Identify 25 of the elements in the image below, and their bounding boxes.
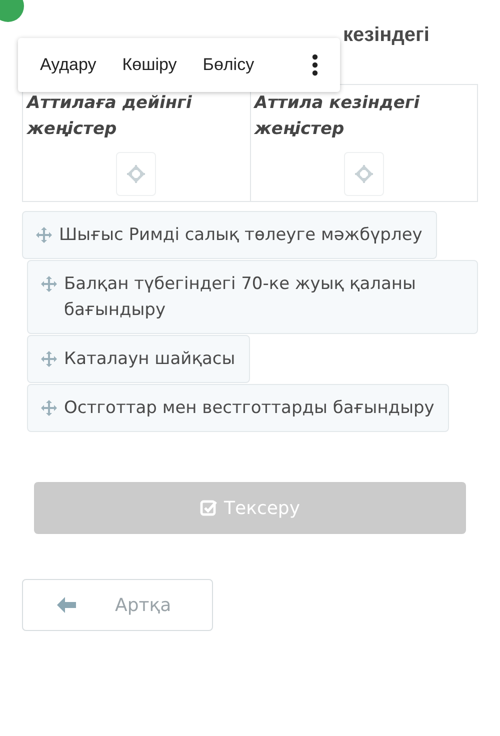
draggable-answer[interactable]: Остготтар мен вестготтарды бағындыру: [27, 384, 450, 432]
answer-text: Остготтар мен вестготтарды бағындыру: [64, 397, 434, 420]
menu-item[interactable]: Бөлісу: [192, 49, 264, 81]
arrow-left-icon: [57, 597, 77, 613]
drop-target[interactable]: [116, 152, 156, 196]
page-title: кезіндегі: [343, 24, 430, 48]
draggable-answer[interactable]: Шығыс Римді салық төлеуге мәжбүрлеу: [22, 211, 438, 259]
draggable-answer[interactable]: Балқан түбегіндегі 70-ке жуық қаланы бағындыру: [27, 260, 478, 334]
move-icon: [40, 399, 58, 417]
crosshair-icon: [127, 165, 146, 183]
answer-text: Балқан түбегіндегі 70-ке жуық қаланы бағындыру: [64, 273, 417, 322]
crosshair-icon: [354, 165, 373, 183]
checkbox-icon: [200, 499, 218, 517]
answer-text: Каталаун шайқасы: [64, 348, 236, 371]
move-icon: [40, 275, 58, 293]
move-icon: [40, 350, 58, 368]
draggable-answer[interactable]: Каталаун шайқасы: [27, 335, 250, 383]
move-icon: [35, 226, 53, 244]
drop-target[interactable]: [344, 152, 384, 196]
menu-item[interactable]: Аудару: [30, 49, 106, 81]
more-icon[interactable]: [312, 54, 318, 76]
answer-text: Шығыс Римді салық төлеуге мәжбүрлеу: [59, 224, 422, 247]
menu-item[interactable]: Көшіру: [112, 49, 187, 81]
column-heading: Аттила кезіндегі жеңістер: [252, 92, 421, 141]
column-heading: Аттилаға дейінгі жеңістер: [25, 92, 193, 141]
